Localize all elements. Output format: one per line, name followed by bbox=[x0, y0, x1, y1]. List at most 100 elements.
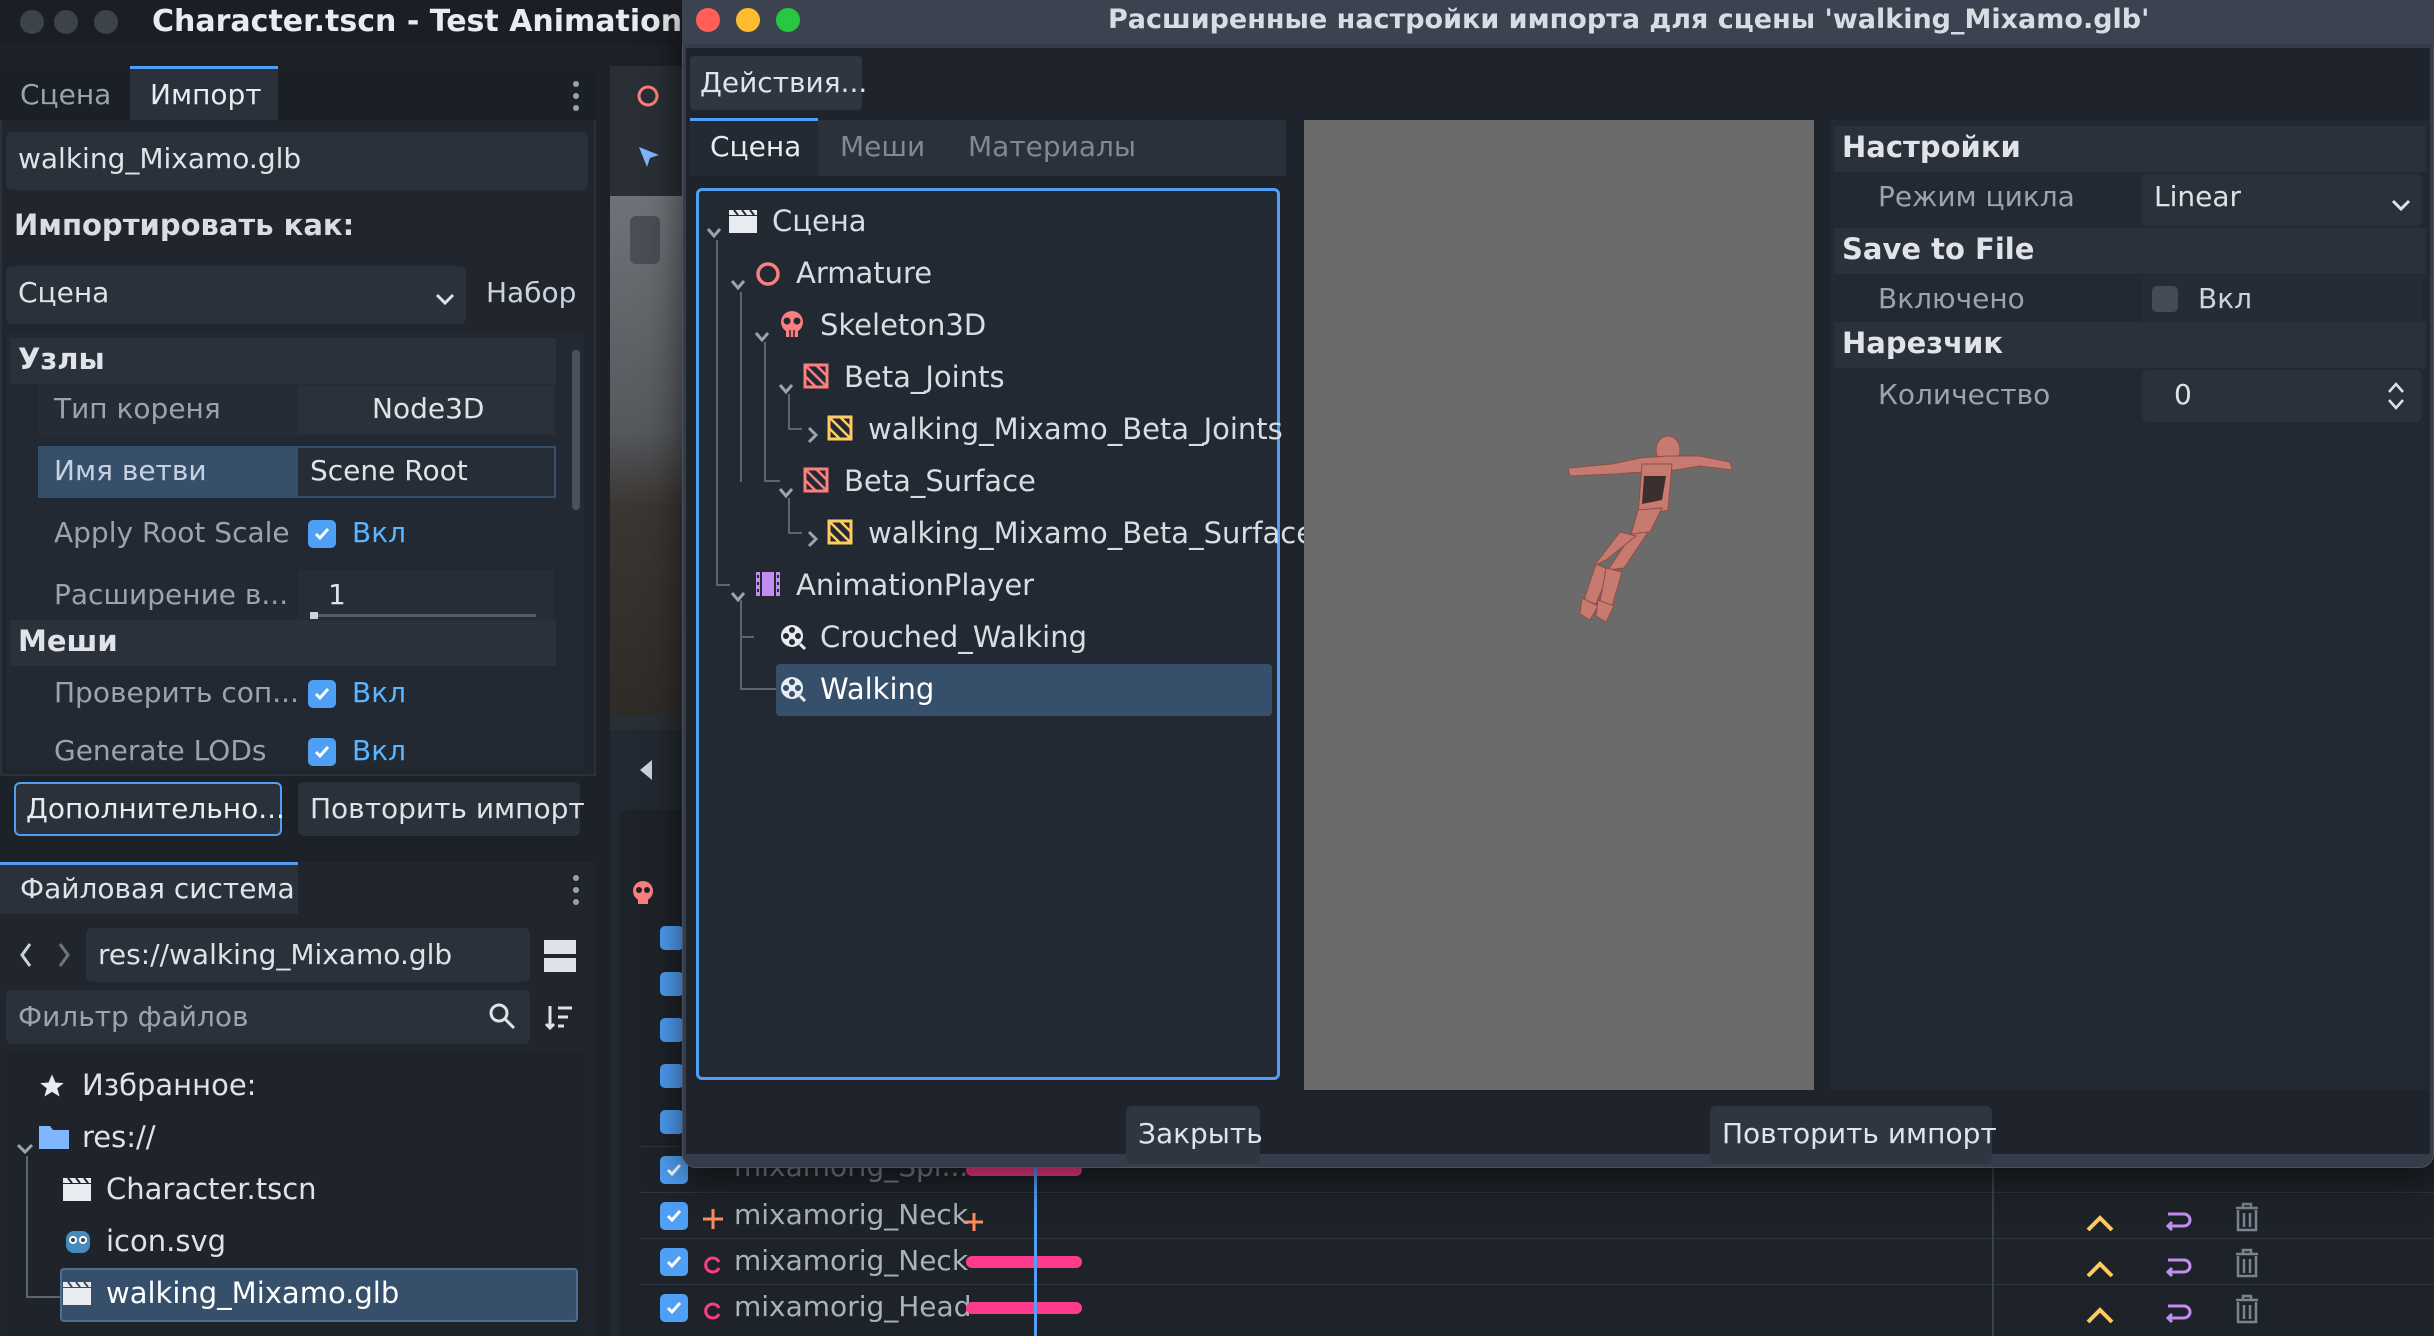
properties-scrollbar[interactable] bbox=[572, 350, 580, 510]
tree-expand-icon[interactable] bbox=[806, 418, 820, 444]
trash-icon[interactable] bbox=[2234, 1294, 2260, 1324]
timeline-end-line bbox=[1992, 1150, 1994, 1336]
tree-collapse-icon[interactable] bbox=[706, 214, 722, 239]
track-checkbox[interactable] bbox=[660, 1202, 688, 1230]
track-checkbox[interactable] bbox=[660, 1248, 688, 1276]
folder-icon bbox=[38, 1122, 70, 1150]
dialog-tab-meshes[interactable]: Меши bbox=[840, 130, 925, 163]
loop-wrap-icon[interactable] bbox=[2162, 1206, 2192, 1232]
res-root-label[interactable]: res:// bbox=[82, 1120, 156, 1154]
filesystem-menu-icon[interactable] bbox=[572, 874, 580, 906]
select-tool-icon[interactable] bbox=[636, 144, 662, 170]
apply-root-scale-checkbox[interactable] bbox=[308, 520, 336, 548]
tree-node-skeleton[interactable]: Skeleton3D bbox=[820, 308, 986, 342]
tree-collapse-icon[interactable] bbox=[778, 474, 794, 499]
enabled-value: Вкл bbox=[2198, 282, 2253, 315]
viewport-3d[interactable] bbox=[610, 196, 690, 716]
animation-reel-icon bbox=[778, 622, 807, 651]
root-type-value: Node3D bbox=[372, 392, 485, 425]
interpolation-icon[interactable] bbox=[2086, 1254, 2114, 1278]
extension-slider-track bbox=[310, 614, 536, 617]
enabled-checkbox[interactable] bbox=[2152, 286, 2178, 312]
file-item-icon-svg[interactable]: icon.svg bbox=[106, 1224, 226, 1258]
track-checkbox[interactable] bbox=[660, 1018, 684, 1042]
tree-node-walking[interactable]: Walking bbox=[820, 672, 934, 706]
star-icon bbox=[38, 1072, 66, 1100]
dialog-zoom-button[interactable] bbox=[776, 8, 800, 32]
root-type-label: Тип кореня bbox=[54, 392, 221, 425]
dialog-tab-materials[interactable]: Материалы bbox=[968, 130, 1136, 163]
animation-back-icon[interactable] bbox=[636, 756, 656, 784]
track-checkbox[interactable] bbox=[660, 1294, 688, 1322]
window-close-button[interactable] bbox=[20, 10, 44, 34]
tree-collapse-icon[interactable] bbox=[754, 318, 770, 343]
trash-icon[interactable] bbox=[2234, 1248, 2260, 1278]
trash-icon[interactable] bbox=[2234, 1202, 2260, 1232]
animation-reel-icon bbox=[778, 674, 807, 703]
file-tree-guide bbox=[26, 1156, 28, 1298]
skinned-mesh-icon bbox=[802, 466, 830, 494]
track-checkbox[interactable] bbox=[660, 1110, 684, 1134]
track-checkbox[interactable] bbox=[660, 1064, 684, 1088]
import-as-value: Сцена bbox=[18, 276, 110, 309]
track-checkbox[interactable] bbox=[660, 926, 684, 950]
skeleton-track-icon bbox=[630, 880, 656, 906]
file-item-character[interactable]: Character.tscn bbox=[106, 1172, 317, 1206]
tree-node-beta-surface-mesh[interactable]: walking_Mixamo_Beta_Surface bbox=[868, 516, 1314, 550]
tree-guide bbox=[716, 240, 718, 586]
animation-player-icon bbox=[754, 570, 782, 598]
back-icon[interactable] bbox=[16, 940, 36, 970]
interpolation-icon[interactable] bbox=[2086, 1208, 2114, 1232]
apply-root-scale-value: Вкл bbox=[352, 516, 407, 549]
spin-arrows-icon[interactable] bbox=[2386, 380, 2406, 412]
sort-icon[interactable] bbox=[544, 1002, 574, 1032]
dock-menu-icon[interactable] bbox=[572, 80, 580, 112]
keyframe-bar[interactable] bbox=[966, 1302, 1082, 1314]
viewport-menu-icon[interactable] bbox=[630, 216, 660, 264]
enabled-row-field bbox=[2142, 276, 2422, 328]
loop-wrap-icon[interactable] bbox=[2162, 1298, 2192, 1324]
tree-collapse-icon[interactable] bbox=[730, 266, 746, 291]
tree-guide bbox=[788, 532, 802, 534]
tree-node-animation-player[interactable]: AnimationPlayer bbox=[796, 568, 1034, 602]
node3d-icon bbox=[754, 260, 782, 288]
res-collapse-icon[interactable] bbox=[16, 1130, 34, 1155]
tree-collapse-icon[interactable] bbox=[730, 578, 746, 603]
split-view-icon[interactable] bbox=[544, 940, 576, 972]
forward-icon[interactable] bbox=[54, 940, 74, 970]
file-item-walking-glb[interactable]: walking_Mixamo.glb bbox=[106, 1276, 399, 1310]
window-zoom-button[interactable] bbox=[94, 10, 118, 34]
tree-guide bbox=[740, 600, 742, 688]
check-label: Проверить соп... bbox=[54, 676, 299, 709]
dialog-reimport-button-label: Повторить импорт bbox=[1722, 1117, 1997, 1150]
editor-title: Character.tscn - Test Animation bbox=[152, 4, 683, 39]
tree-node-armature[interactable]: Armature bbox=[796, 256, 932, 290]
actions-button-label: Действия... bbox=[700, 66, 868, 99]
preset-button[interactable]: Набор bbox=[486, 276, 576, 309]
tree-collapse-icon[interactable] bbox=[778, 370, 794, 395]
window-minimize-button[interactable] bbox=[54, 10, 78, 34]
keyframe-icon[interactable] bbox=[964, 1206, 984, 1231]
playhead-line[interactable] bbox=[1034, 1150, 1037, 1336]
extension-slider-grabber[interactable] bbox=[310, 612, 318, 619]
tree-node-crouched-walking[interactable]: Crouched_Walking bbox=[820, 620, 1087, 654]
loop-wrap-icon[interactable] bbox=[2162, 1252, 2192, 1278]
section-settings-title: Настройки bbox=[1842, 130, 2021, 164]
apply-root-scale-label: Apply Root Scale bbox=[54, 516, 290, 549]
tree-node-beta-surface[interactable]: Beta_Surface bbox=[844, 464, 1036, 498]
lods-checkbox[interactable] bbox=[308, 738, 336, 766]
keyframe-bar[interactable] bbox=[966, 1256, 1082, 1268]
tree-guide bbox=[716, 584, 730, 586]
track-checkbox[interactable] bbox=[660, 972, 684, 996]
check-checkbox[interactable] bbox=[308, 680, 336, 708]
root-name-value: Scene Root bbox=[310, 454, 468, 487]
tab-scene[interactable]: Сцена bbox=[20, 78, 111, 111]
dialog-close-button[interactable] bbox=[696, 8, 720, 32]
scene-clapper-icon bbox=[728, 208, 758, 234]
tree-expand-icon[interactable] bbox=[806, 522, 820, 548]
tree-node-beta-joints[interactable]: Beta_Joints bbox=[844, 360, 1005, 394]
tree-node-beta-joints-mesh[interactable]: walking_Mixamo_Beta_Joints bbox=[868, 412, 1283, 446]
interpolation-icon[interactable] bbox=[2086, 1300, 2114, 1324]
dialog-minimize-button[interactable] bbox=[736, 8, 760, 32]
tree-node-scene[interactable]: Сцена bbox=[772, 204, 867, 238]
